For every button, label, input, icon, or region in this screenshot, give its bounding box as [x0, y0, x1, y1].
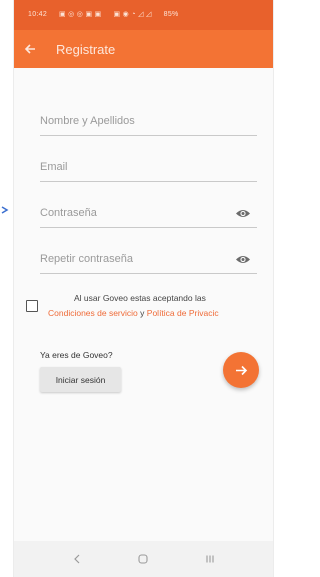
page-title: Registrate — [56, 41, 116, 57]
nav-back-button[interactable] — [62, 544, 92, 574]
eye-icon[interactable] — [235, 208, 251, 219]
nav-recents-button[interactable] — [195, 544, 225, 574]
email-field-container — [40, 138, 257, 182]
repeat-password-field-container — [40, 230, 257, 274]
registration-form — [14, 92, 273, 274]
arrow-right-icon — [235, 365, 247, 375]
name-field-container — [40, 92, 257, 136]
next-button[interactable] — [223, 352, 259, 388]
pointer-arrow-icon — [1, 206, 9, 214]
nav-home-button[interactable] — [128, 544, 158, 574]
already-registered-label: Ya eres de Goveo? — [40, 350, 113, 360]
name-field[interactable] — [40, 115, 257, 127]
eye-icon[interactable] — [235, 254, 251, 265]
back-button[interactable] — [14, 30, 46, 68]
arrow-left-icon — [24, 44, 35, 54]
status-bar: 10:42 ▣ ◎ ◎ ▣ ▣ ▣ ◉ ◔ ◿ ◿ 85% — [14, 0, 273, 30]
terms-section: Al usar Goveo estas aceptando las Condic… — [14, 290, 273, 324]
password-field[interactable] — [40, 207, 257, 219]
terms-checkbox[interactable] — [26, 300, 38, 312]
app-bar: Registrate — [14, 30, 273, 68]
privacy-policy-link[interactable]: Política de Privacic — [147, 308, 219, 318]
terms-connector: y — [140, 308, 145, 318]
terms-links-line: Condiciones de servicio y Política de Pr… — [48, 308, 219, 318]
terms-text: Al usar Goveo estas aceptando las — [74, 293, 206, 303]
recents-icon — [206, 555, 214, 563]
email-field[interactable] — [40, 161, 257, 173]
status-time: 10:42 — [28, 11, 48, 18]
notification-icons: ▣ ◎ ◎ ▣ ▣ — [58, 11, 102, 18]
repeat-password-field[interactable] — [40, 253, 257, 265]
system-icons: ▣ ◉ ◔ ◿ ◿ — [113, 11, 152, 18]
password-field-container — [40, 184, 257, 228]
phone-screen: 10:42 ▣ ◎ ◎ ▣ ▣ ▣ ◉ ◔ ◿ ◿ 85% Registrate — [14, 0, 273, 577]
home-icon — [138, 554, 149, 564]
chevron-left-icon — [74, 554, 80, 564]
battery-level: 85% — [163, 11, 179, 18]
login-button[interactable]: Iniciar sesión — [40, 367, 121, 392]
system-nav-bar — [14, 541, 273, 577]
terms-of-service-link[interactable]: Condiciones de servicio — [48, 308, 138, 318]
